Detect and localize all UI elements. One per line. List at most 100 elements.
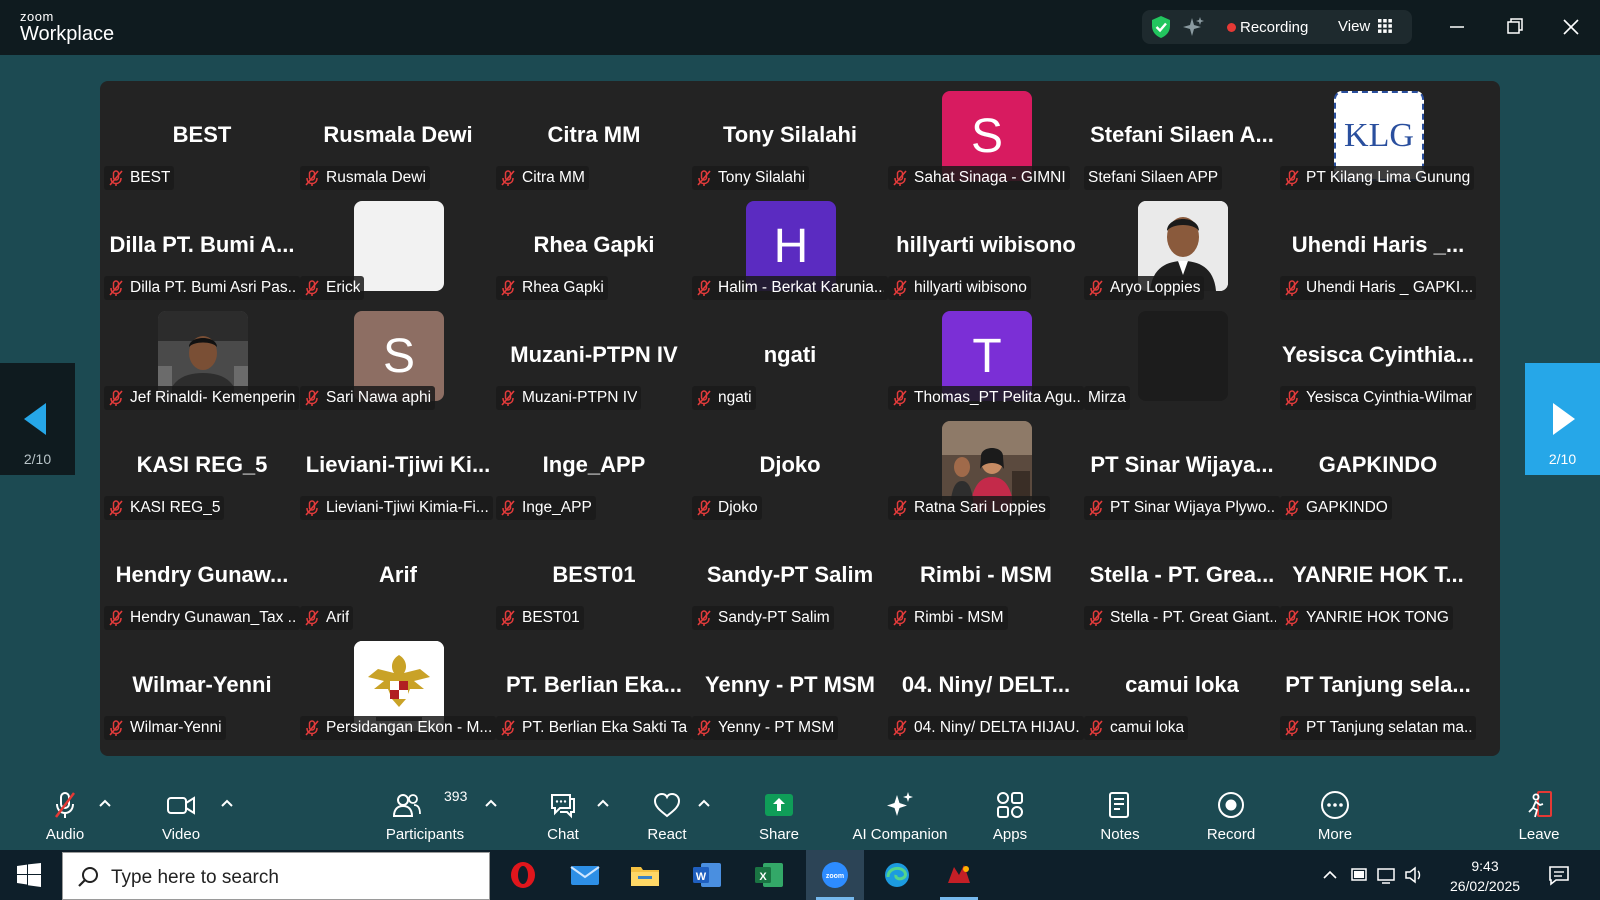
more-label: More — [1317, 826, 1353, 843]
system-clock[interactable]: 9:43 26/02/2025 — [1440, 856, 1530, 896]
participant-display-name: BEST01 — [552, 562, 636, 587]
participant-tile[interactable]: Djoko Djoko — [690, 411, 890, 523]
participant-tile[interactable]: Aryo Loppies — [1082, 191, 1282, 303]
minimize-icon[interactable] — [1444, 14, 1470, 40]
participant-name-tag: Mirza — [1084, 386, 1130, 410]
participant-tile[interactable]: Hendry Gunaw... Hendry Gunawan_Tax ... — [102, 521, 302, 633]
mic-muted-icon — [1285, 390, 1299, 406]
ai-sparkle-icon[interactable] — [1183, 16, 1205, 38]
more-button[interactable]: More — [1300, 780, 1370, 846]
taskbar-app-red[interactable] — [930, 850, 988, 900]
shield-check-icon[interactable] — [1150, 15, 1172, 39]
participant-display-name: Tony Silalahi — [722, 122, 858, 147]
participants-options-caret-icon[interactable] — [484, 798, 498, 808]
red-app-icon — [948, 865, 970, 883]
share-button[interactable]: Share — [744, 780, 814, 846]
participant-tile[interactable]: KASI REG_5 KASI REG_5 — [102, 411, 302, 523]
close-icon[interactable] — [1558, 14, 1584, 40]
system-tray-icons[interactable] — [1322, 864, 1432, 886]
audio-button[interactable]: Audio — [30, 780, 100, 846]
audio-label: Audio — [45, 826, 85, 843]
taskbar-mail[interactable] — [556, 850, 614, 900]
participant-tile[interactable]: PT Tanjung sela... PT Tanjung selatan ma.… — [1278, 631, 1478, 743]
participant-tile[interactable]: Lieviani-Tjiwi Ki... Lieviani-Tjiwi Kimia… — [298, 411, 498, 523]
participant-tile[interactable]: Yenny - PT MSM Yenny - PT MSM — [690, 631, 890, 743]
taskbar-file-explorer[interactable] — [616, 850, 674, 900]
participant-tile[interactable]: Tony Silalahi Tony Silalahi — [690, 81, 890, 193]
leave-button[interactable]: Leave — [1504, 780, 1574, 846]
view-button[interactable]: View — [1338, 18, 1370, 35]
more-icon — [1321, 791, 1349, 819]
notes-button[interactable]: Notes — [1085, 780, 1155, 846]
brand-bottom: Workplace — [20, 23, 115, 45]
react-options-caret-icon[interactable] — [697, 798, 711, 808]
recording-label[interactable]: Recording — [1240, 19, 1308, 36]
taskbar-opera[interactable] — [494, 850, 552, 900]
participant-tile[interactable]: S Sahat Sinaga - GIMNI — [886, 81, 1086, 193]
ai-companion-button[interactable]: AI Companion — [848, 780, 952, 846]
participant-tile[interactable]: Mirza — [1082, 301, 1282, 413]
participant-tag-text: Citra MM — [522, 169, 585, 186]
participant-tile[interactable]: KLG PT Kilang Lima Gunung — [1278, 81, 1478, 193]
participant-tile[interactable]: Inge_APP Inge_APP — [494, 411, 694, 523]
notifications-icon[interactable] — [1548, 864, 1570, 886]
participant-tile[interactable]: Erick — [298, 191, 498, 303]
windows-start-icon[interactable] — [17, 863, 41, 887]
previous-page-button[interactable]: 2/10 — [0, 363, 75, 475]
taskbar-excel[interactable]: X — [740, 850, 798, 900]
participant-tile[interactable]: Sandy-PT Salim Sandy-PT Salim — [690, 521, 890, 633]
participant-tile[interactable]: Arif Arif — [298, 521, 498, 633]
participant-tile[interactable]: Stella - PT. Grea... Stella - PT. Great G… — [1082, 521, 1282, 633]
search-icon — [78, 867, 98, 887]
participant-tile[interactable]: Jef Rinaldi- Kemenperin — [102, 301, 302, 413]
taskbar-zoom[interactable]: zoom — [806, 850, 864, 900]
participant-tile[interactable]: Rhea Gapki Rhea Gapki — [494, 191, 694, 303]
participant-tile[interactable]: Citra MM Citra MM — [494, 81, 694, 193]
participant-name-tag: Persidangan Ekon - M... — [300, 716, 496, 740]
mic-muted-icon — [109, 610, 123, 626]
participant-tile[interactable]: Stefani Silaen A... Stefani Silaen APP — [1082, 81, 1282, 193]
clock-date: 26/02/2025 — [1449, 878, 1521, 894]
participant-tile[interactable]: Uhendi Haris _... Uhendi Haris _ GAPKI... — [1278, 191, 1478, 303]
participant-tile[interactable]: Wilmar-Yenni Wilmar-Yenni — [102, 631, 302, 743]
audio-options-caret-icon[interactable] — [98, 798, 112, 808]
taskbar-edge[interactable] — [868, 850, 926, 900]
apps-button[interactable]: Apps — [975, 780, 1045, 846]
participant-tile[interactable]: BEST01 BEST01 — [494, 521, 694, 633]
record-button[interactable]: Record — [1196, 780, 1266, 846]
restore-icon[interactable] — [1502, 14, 1528, 40]
participant-tile[interactable]: GAPKINDO GAPKINDO — [1278, 411, 1478, 523]
participant-tile[interactable]: PT. Berlian Eka... PT. Berlian Eka Sakti … — [494, 631, 694, 743]
participant-tile[interactable]: Rusmala Dewi Rusmala Dewi — [298, 81, 498, 193]
participant-tile[interactable]: H Halim - Berkat Karunia... — [690, 191, 890, 303]
participant-tile[interactable]: Ratna Sari Loppies — [886, 411, 1086, 523]
video-options-caret-icon[interactable] — [220, 798, 234, 808]
taskbar-word[interactable]: W — [678, 850, 736, 900]
next-page-button[interactable]: 2/10 — [1525, 363, 1600, 475]
participants-icon — [392, 794, 421, 817]
participant-tile[interactable]: S Sari Nawa aphi — [298, 301, 498, 413]
participant-tile[interactable]: Muzani-PTPN IV Muzani-PTPN IV — [494, 301, 694, 413]
participant-tile[interactable]: BEST BEST — [102, 81, 302, 193]
participant-tile[interactable]: PT Sinar Wijaya... PT Sinar Wijaya Plywo.… — [1082, 411, 1282, 523]
participant-tile[interactable]: YANRIE HOK T... YANRIE HOK TONG — [1278, 521, 1478, 633]
chat-options-caret-icon[interactable] — [596, 798, 610, 808]
react-button[interactable]: React — [632, 780, 702, 846]
participant-tag-text: camui loka — [1110, 719, 1185, 736]
participant-tile[interactable]: 04. Niny/ DELT... 04. Niny/ DELTA HIJAU..… — [886, 631, 1086, 743]
participants-button[interactable]: 393 Participants — [372, 780, 478, 846]
taskbar-search-box[interactable]: Type here to search — [62, 852, 490, 900]
participant-tile[interactable]: Rimbi - MSM Rimbi - MSM — [886, 521, 1086, 633]
mic-muted-icon — [501, 170, 515, 186]
grid-view-icon[interactable] — [1378, 19, 1392, 33]
video-button[interactable]: Video — [146, 780, 216, 846]
participant-tile[interactable]: hillyarti wibisono hillyarti wibisono — [886, 191, 1086, 303]
participant-tile[interactable]: Yesisca Cyinthia... Yesisca Cyinthia-Wilm… — [1278, 301, 1478, 413]
participant-tile[interactable]: Persidangan Ekon - M... — [298, 631, 498, 743]
participant-tile[interactable]: ngati ngati — [690, 301, 890, 413]
mic-muted-icon — [501, 390, 515, 406]
participant-tile[interactable]: camui loka camui loka — [1082, 631, 1282, 743]
participant-tile[interactable]: T Thomas_PT Pelita Agu... — [886, 301, 1086, 413]
participant-tile[interactable]: Dilla PT. Bumi A... Dilla PT. Bumi Asri P… — [102, 191, 302, 303]
chat-button[interactable]: Chat — [528, 780, 598, 846]
